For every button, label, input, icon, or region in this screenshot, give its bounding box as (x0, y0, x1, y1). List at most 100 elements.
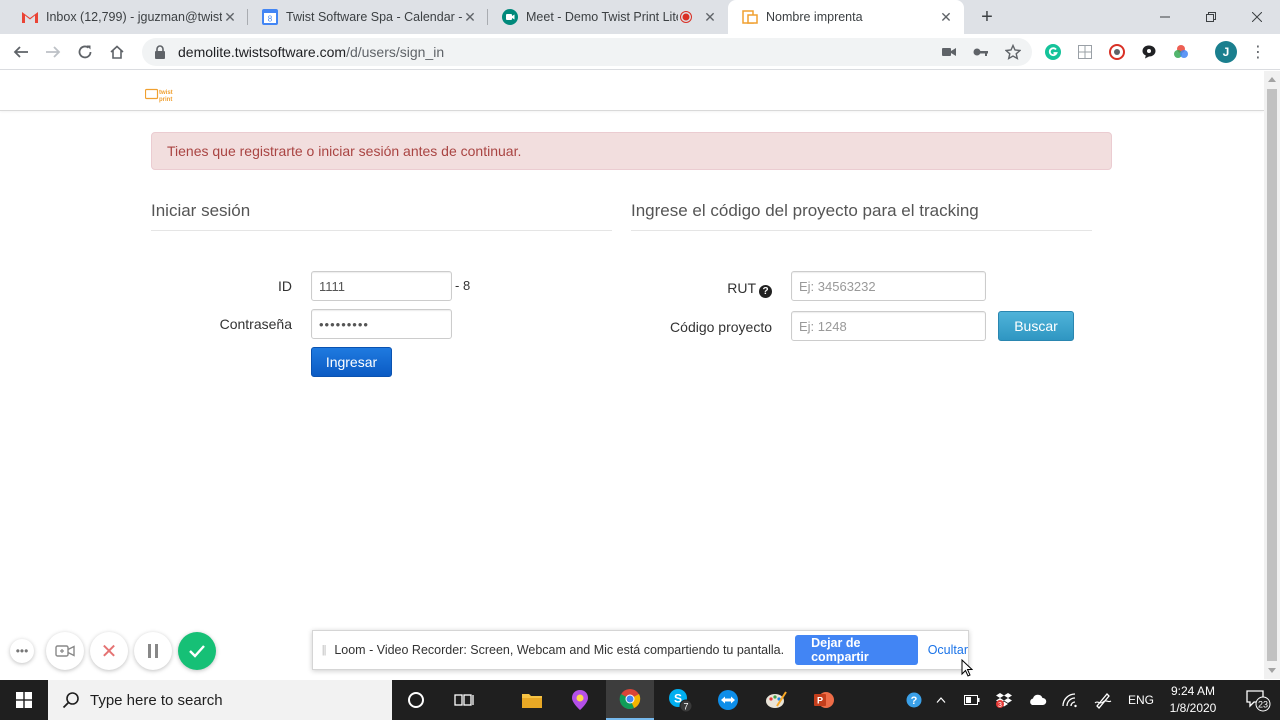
scrollbar-thumb[interactable] (1267, 89, 1277, 661)
new-tab-button[interactable]: + (976, 6, 998, 28)
tracking-title: Ingrese el código del proyecto para el t… (631, 201, 979, 220)
forward-arrow-icon[interactable] (40, 39, 66, 65)
chrome-icon[interactable] (606, 680, 654, 720)
loom-more-icon[interactable]: ••• (10, 639, 34, 663)
profile-avatar[interactable]: J (1215, 41, 1237, 63)
help-icon[interactable]: ? (759, 285, 772, 298)
tab-nombre-imprenta[interactable]: Nombre imprenta ✕ (728, 0, 964, 34)
project-code-label: Código proyecto (670, 319, 772, 335)
address-bar[interactable]: demolite.twistsoftware.com/d/users/sign_… (142, 38, 1032, 66)
search-icon (62, 691, 80, 709)
loom-pause-icon[interactable] (134, 632, 172, 670)
url-path: /d/users/sign_in (346, 44, 445, 60)
browser-toolbar: demolite.twistsoftware.com/d/users/sign_… (0, 34, 1280, 70)
tab-title: Meet - Demo Twist Print Lite (526, 10, 678, 24)
tab-meet[interactable]: Meet - Demo Twist Print Lite ✕ (488, 0, 728, 34)
alert-message: Tienes que registrarte o iniciar sesión … (151, 132, 1112, 170)
tab-title: Twist Software Spa - Calendar - Week (286, 10, 462, 24)
google-meet-icon (502, 9, 518, 25)
google-calendar-icon: 8 (262, 9, 278, 25)
onedrive-icon[interactable] (1024, 680, 1050, 720)
rut-input[interactable] (791, 271, 986, 301)
rut-label: RUT? (690, 280, 772, 298)
powerpoint-icon[interactable]: P (800, 680, 848, 720)
id-suffix: - 8 (455, 278, 471, 293)
battery-icon[interactable] (960, 680, 984, 720)
login-button[interactable]: Ingresar (311, 347, 392, 377)
star-icon[interactable] (1004, 43, 1022, 61)
skype-icon[interactable]: S7 (656, 680, 704, 720)
hide-link[interactable]: Ocultar (928, 643, 968, 657)
help-circle-icon[interactable]: ? (902, 680, 926, 720)
layout-extension-icon[interactable] (1076, 43, 1094, 61)
loom-finish-icon[interactable] (178, 632, 216, 670)
password-input[interactable] (311, 309, 452, 339)
browser-tab-strip: Inbox (12,799) - jguzman@twistsoftware.c… (0, 0, 1280, 34)
clock-time: 9:24 AM (1170, 684, 1216, 698)
reload-icon[interactable] (72, 39, 98, 65)
screen-recorder-icon[interactable] (1108, 43, 1126, 61)
clock-date: 1/8/2020 (1169, 701, 1217, 715)
close-icon[interactable]: ✕ (462, 9, 478, 25)
cortana-icon[interactable] (392, 680, 440, 720)
grammarly-icon[interactable] (1044, 43, 1062, 61)
id-input[interactable] (311, 271, 452, 301)
gmail-icon (22, 9, 38, 25)
svg-text:print: print (159, 97, 172, 103)
page-scrollbar[interactable] (1264, 71, 1280, 679)
color-picker-icon[interactable] (1172, 43, 1190, 61)
svg-text:P: P (817, 696, 823, 706)
screen-sharing-bar: || Loom - Video Recorder: Screen, Webcam… (312, 630, 969, 670)
divider (631, 230, 1092, 231)
stop-sharing-button[interactable]: Dejar de compartir (795, 635, 918, 665)
svg-text:8: 8 (268, 15, 273, 24)
paint-palette-icon[interactable] (752, 680, 800, 720)
wifi-icon[interactable] (1058, 680, 1082, 720)
svg-text:?: ? (911, 695, 918, 707)
web-page: twist print Tienes que registrarte o inic… (0, 71, 1264, 679)
taskbar-search-input[interactable]: Type here to search (48, 680, 392, 720)
windows-start-icon[interactable] (0, 680, 48, 720)
close-icon[interactable]: ✕ (702, 9, 718, 25)
back-arrow-icon[interactable] (8, 39, 34, 65)
browser-menu-icon[interactable]: ⋮ (1250, 42, 1266, 62)
key-icon[interactable] (972, 43, 990, 61)
svg-text:twist: twist (159, 90, 173, 96)
id-label: ID (278, 278, 292, 294)
minimize-window-icon[interactable] (1142, 0, 1188, 34)
loom-cancel-icon[interactable]: ✕ (90, 632, 128, 670)
dropbox-icon[interactable]: 3 (992, 680, 1016, 720)
svg-text:23: 23 (1258, 700, 1268, 710)
close-icon[interactable]: ✕ (938, 9, 954, 25)
tab-gmail[interactable]: Inbox (12,799) - jguzman@twistsoftware.c… (8, 0, 248, 34)
teamviewer-icon[interactable] (704, 680, 752, 720)
search-placeholder: Type here to search (90, 691, 223, 709)
taskbar-clock[interactable]: 9:24 AM 1/8/2020 (1158, 683, 1228, 717)
notification-center-icon[interactable]: 23 (1236, 680, 1280, 720)
drag-handle-icon[interactable]: || (313, 644, 334, 656)
tab-calendar[interactable]: 8 Twist Software Spa - Calendar - Week ✕ (248, 0, 488, 34)
lock-icon[interactable] (154, 45, 168, 59)
task-view-icon[interactable] (440, 680, 488, 720)
close-icon[interactable]: ✕ (222, 9, 238, 25)
home-icon[interactable] (104, 39, 130, 65)
tab-title: Inbox (12,799) - jguzman@twistsoftware.c… (46, 10, 222, 24)
camera-icon[interactable] (940, 43, 958, 61)
file-explorer-icon[interactable] (508, 680, 556, 720)
twist-print-logo[interactable]: twist print (144, 87, 181, 103)
restore-window-icon[interactable] (1188, 0, 1234, 34)
chat-bubble-icon[interactable] (1140, 43, 1158, 61)
scroll-up-icon[interactable] (1268, 77, 1276, 82)
scroll-down-icon[interactable] (1268, 668, 1276, 673)
search-button[interactable]: Buscar (998, 311, 1074, 341)
login-title: Iniciar sesión (151, 201, 251, 220)
loom-camera-icon[interactable] (46, 632, 84, 670)
pen-workspace-icon[interactable] (1090, 680, 1116, 720)
project-code-input[interactable] (791, 311, 986, 341)
document-icon (742, 9, 758, 25)
show-hidden-icons-icon[interactable] (930, 680, 952, 720)
language-indicator[interactable]: ENG (1124, 680, 1158, 720)
close-window-icon[interactable] (1234, 0, 1280, 34)
pinned-app-icon[interactable] (556, 680, 604, 720)
site-header: twist print (0, 71, 1264, 111)
